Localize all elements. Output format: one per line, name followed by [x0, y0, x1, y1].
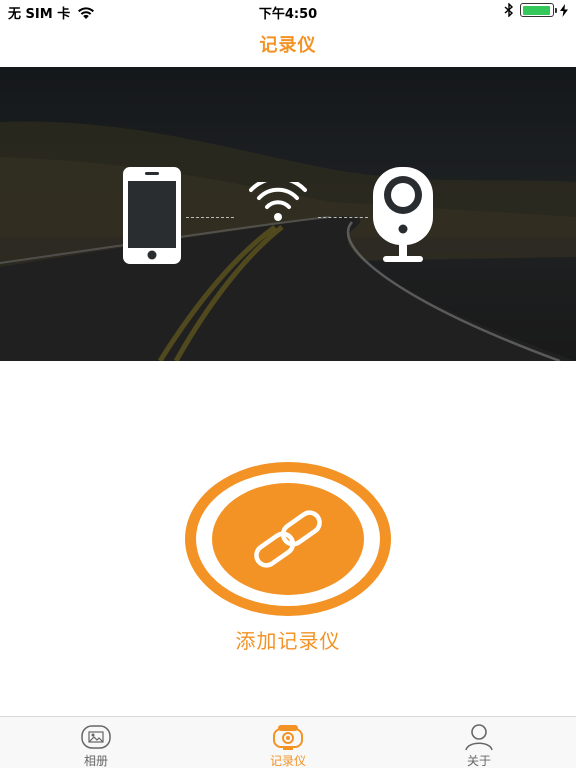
battery-cap — [555, 8, 557, 13]
link-icon — [254, 510, 322, 568]
status-right — [504, 3, 568, 17]
camera-icon — [373, 167, 433, 262]
photo-icon — [81, 725, 111, 749]
page-title: 记录仪 — [259, 35, 317, 56]
battery-fill — [522, 5, 551, 15]
person-icon — [465, 724, 493, 751]
tab-bar: 相册 记录仪 关于 — [0, 716, 576, 768]
add-recorder-label[interactable]: 添加记录仪 — [0, 625, 576, 654]
wifi-icon — [249, 182, 307, 221]
phone-icon — [123, 167, 181, 264]
bluetooth-icon — [504, 3, 514, 17]
add-recorder-button[interactable] — [183, 460, 393, 618]
tab-album-label: 相册 — [83, 754, 108, 768]
connection-line-left — [186, 217, 234, 218]
status-time: 下午4:50 — [258, 7, 318, 22]
tab-album[interactable]: 相册 — [36, 717, 156, 768]
nav-bar: 记录仪 — [0, 22, 576, 66]
charging-bolt-icon — [560, 3, 568, 17]
battery-indicator — [520, 3, 557, 17]
webcam-icon — [273, 725, 303, 750]
connection-line-right — [318, 217, 368, 218]
tab-recorder-label: 记录仪 — [269, 754, 306, 768]
tab-about-label: 关于 — [466, 754, 491, 768]
banner-image — [0, 67, 576, 361]
status-bar: 无 SIM 卡 下午4:50 — [0, 0, 576, 22]
tab-recorder[interactable]: 记录仪 — [228, 717, 348, 768]
tab-about[interactable]: 关于 — [419, 717, 539, 768]
